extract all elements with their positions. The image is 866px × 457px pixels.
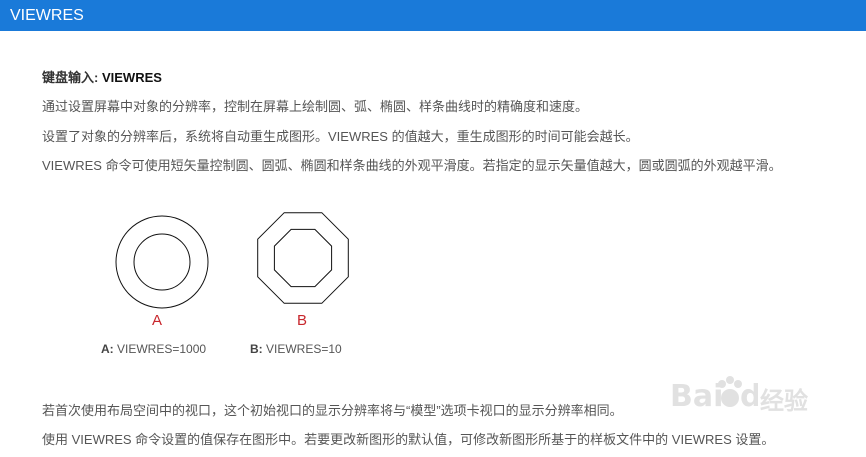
figure-b-caption-label: B:	[250, 342, 263, 356]
figure-a-caption-label: A:	[101, 342, 114, 356]
svg-text:du: du	[740, 379, 758, 414]
figure-a-smooth-circles	[115, 215, 209, 309]
figure-a-caption: A: VIEWRES=1000	[101, 342, 206, 356]
baidu-jingyan-watermark: Bai du 经验	[668, 368, 858, 420]
figure-a-letter: A	[152, 312, 163, 329]
watermark-text: 经验	[760, 387, 808, 415]
svg-text:Bai: Bai	[670, 379, 723, 414]
figure-b-polygon-circles	[257, 212, 349, 304]
figure-b-caption: B: VIEWRES=10	[250, 342, 342, 356]
figure-b-letter: B	[297, 312, 308, 329]
paw-logo-icon: Bai du	[670, 376, 783, 414]
figure-a-caption-value: VIEWRES=1000	[117, 342, 207, 356]
figure-b-caption-value: VIEWRES=10	[266, 342, 342, 356]
